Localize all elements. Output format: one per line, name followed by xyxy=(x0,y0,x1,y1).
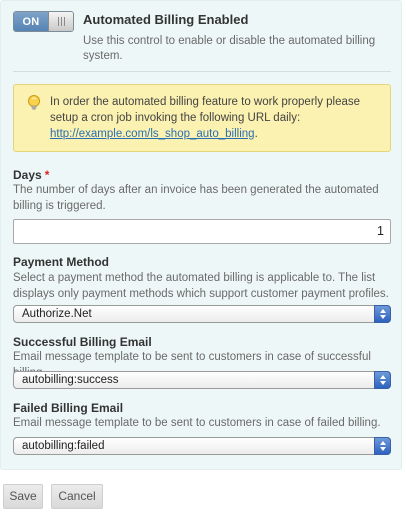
failed-email-help-text: Email message template to be sent to cus… xyxy=(13,417,381,429)
payment-method-select[interactable]: Authorize.Net xyxy=(13,305,391,323)
toggle-on-label: ON xyxy=(14,12,48,31)
success-email-label: Successful Billing Email xyxy=(13,335,152,349)
days-input[interactable]: 1 xyxy=(13,219,391,244)
toggle-knob[interactable] xyxy=(48,12,73,31)
cron-hint-box: In order the automated billing feature t… xyxy=(13,84,391,152)
failed-email-label: Failed Billing Email xyxy=(13,401,124,415)
days-label: Days * xyxy=(13,168,49,182)
required-asterisk: * xyxy=(44,168,50,182)
select-arrows-icon xyxy=(374,371,391,389)
success-email-value: autobilling:success xyxy=(22,374,119,386)
failed-email-select[interactable]: autobilling:failed xyxy=(13,437,391,455)
hint-message: In order the automated billing feature t… xyxy=(50,96,361,124)
days-label-text: Days xyxy=(13,168,42,182)
hint-text: In order the automated billing feature t… xyxy=(50,94,384,142)
lightbulb-icon xyxy=(28,95,40,110)
failed-email-value: autobilling:failed xyxy=(22,440,105,452)
divider xyxy=(13,71,391,72)
payment-method-label: Payment Method xyxy=(13,255,110,269)
select-arrows-icon xyxy=(374,437,391,455)
cron-url-link[interactable]: http://example.com/ls_shop_auto_billing xyxy=(50,128,255,140)
payment-method-value: Authorize.Net xyxy=(22,308,92,320)
success-email-select[interactable]: autobilling:success xyxy=(13,371,391,389)
save-button[interactable]: Save xyxy=(3,484,43,509)
cancel-button[interactable]: Cancel xyxy=(51,484,103,509)
select-arrows-icon xyxy=(374,305,391,323)
toggle-title: Automated Billing Enabled xyxy=(83,12,249,27)
days-help-text: The number of days after an invoice has … xyxy=(13,184,379,212)
automated-billing-toggle[interactable]: ON xyxy=(13,11,74,32)
settings-panel: ON Automated Billing Enabled Use this co… xyxy=(0,0,402,470)
payment-method-help-text: Select a payment method the automated bi… xyxy=(13,272,389,300)
hint-suffix: . xyxy=(254,128,258,140)
toggle-help-text: Use this control to enable or disable th… xyxy=(83,35,376,62)
